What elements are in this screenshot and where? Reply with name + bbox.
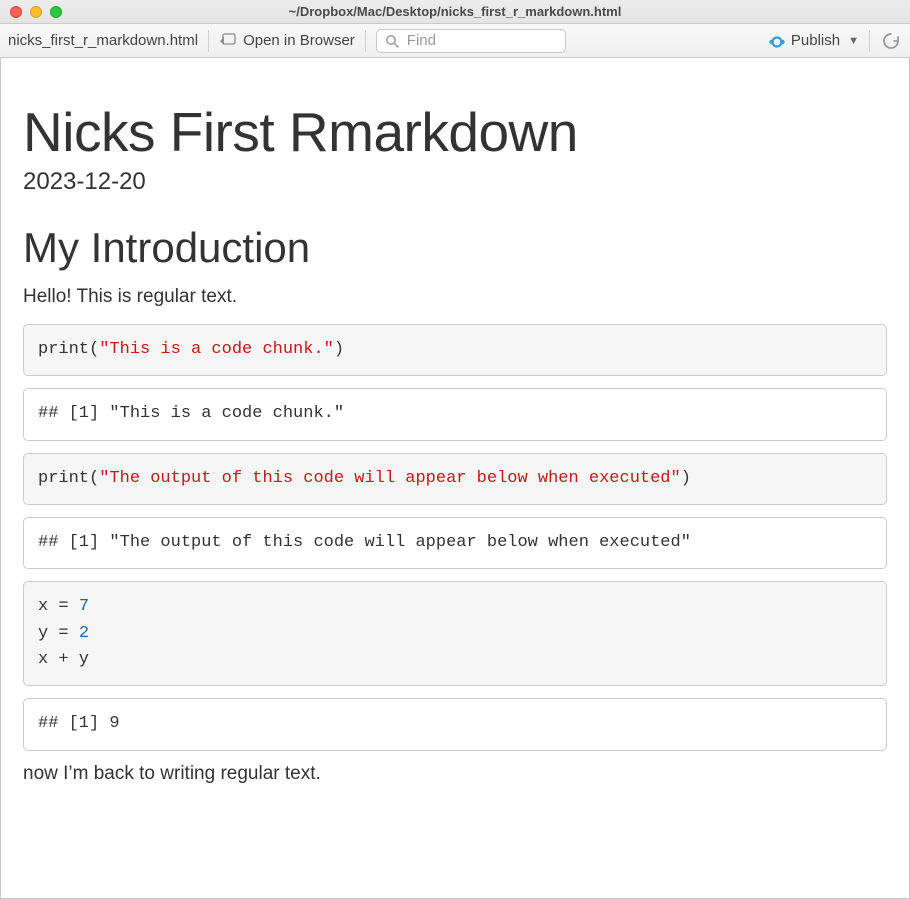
page-title: Nicks First Rmarkdown: [23, 100, 887, 164]
open-in-browser-button[interactable]: Open in Browser: [219, 32, 355, 49]
close-window-button[interactable]: [10, 6, 22, 18]
find-box[interactable]: [376, 29, 566, 53]
search-icon: [385, 34, 399, 48]
code-token: ): [681, 469, 691, 488]
section-heading: My Introduction: [23, 224, 887, 272]
code-number-token: 2: [79, 624, 89, 643]
code-token: ): [334, 340, 344, 359]
toolbar-divider: [365, 30, 366, 52]
toolbar-divider: [869, 30, 870, 52]
page-date: 2023-12-20: [23, 168, 887, 196]
publish-icon: [767, 32, 785, 50]
zoom-window-button[interactable]: [50, 6, 62, 18]
code-chunk: x = 7 y = 2 x + y: [23, 581, 887, 686]
minimize-window-button[interactable]: [30, 6, 42, 18]
code-number-token: 7: [79, 597, 89, 616]
code-output: ## [1] "The output of this code will app…: [23, 517, 887, 569]
refresh-button[interactable]: [880, 30, 902, 52]
code-string-token: "This is a code chunk.": [99, 340, 334, 359]
viewer-pane[interactable]: Nicks First Rmarkdown 2023-12-20 My Intr…: [0, 58, 910, 899]
window-title: ~/Dropbox/Mac/Desktop/nicks_first_r_mark…: [0, 4, 910, 19]
refresh-icon: [881, 31, 901, 51]
publish-label: Publish: [791, 32, 840, 49]
code-token: print(: [38, 469, 99, 488]
code-token: x + y: [38, 650, 89, 669]
find-input[interactable]: [405, 31, 557, 50]
code-token: print(: [38, 340, 99, 359]
publish-button[interactable]: Publish ▼: [767, 32, 859, 50]
open-in-browser-icon: [219, 33, 237, 49]
code-chunk: print("The output of this code will appe…: [23, 453, 887, 505]
chevron-down-icon: ▼: [848, 35, 859, 47]
rendered-document: Nicks First Rmarkdown 2023-12-20 My Intr…: [1, 58, 909, 841]
viewer-filename: nicks_first_r_markdown.html: [8, 32, 198, 49]
intro-paragraph: Hello! This is regular text.: [23, 286, 887, 308]
code-chunk: print("This is a code chunk."): [23, 324, 887, 376]
window-titlebar: ~/Dropbox/Mac/Desktop/nicks_first_r_mark…: [0, 0, 910, 24]
toolbar-divider: [208, 30, 209, 52]
code-token: x =: [38, 597, 79, 616]
outro-paragraph: now I’m back to writing regular text.: [23, 763, 887, 785]
code-output: ## [1] "This is a code chunk.": [23, 388, 887, 440]
traffic-lights: [10, 6, 62, 18]
code-token: y =: [38, 624, 79, 643]
viewer-toolbar: nicks_first_r_markdown.html Open in Brow…: [0, 24, 910, 58]
open-in-browser-label: Open in Browser: [243, 32, 355, 49]
code-string-token: "The output of this code will appear bel…: [99, 469, 681, 488]
code-output: ## [1] 9: [23, 698, 887, 750]
